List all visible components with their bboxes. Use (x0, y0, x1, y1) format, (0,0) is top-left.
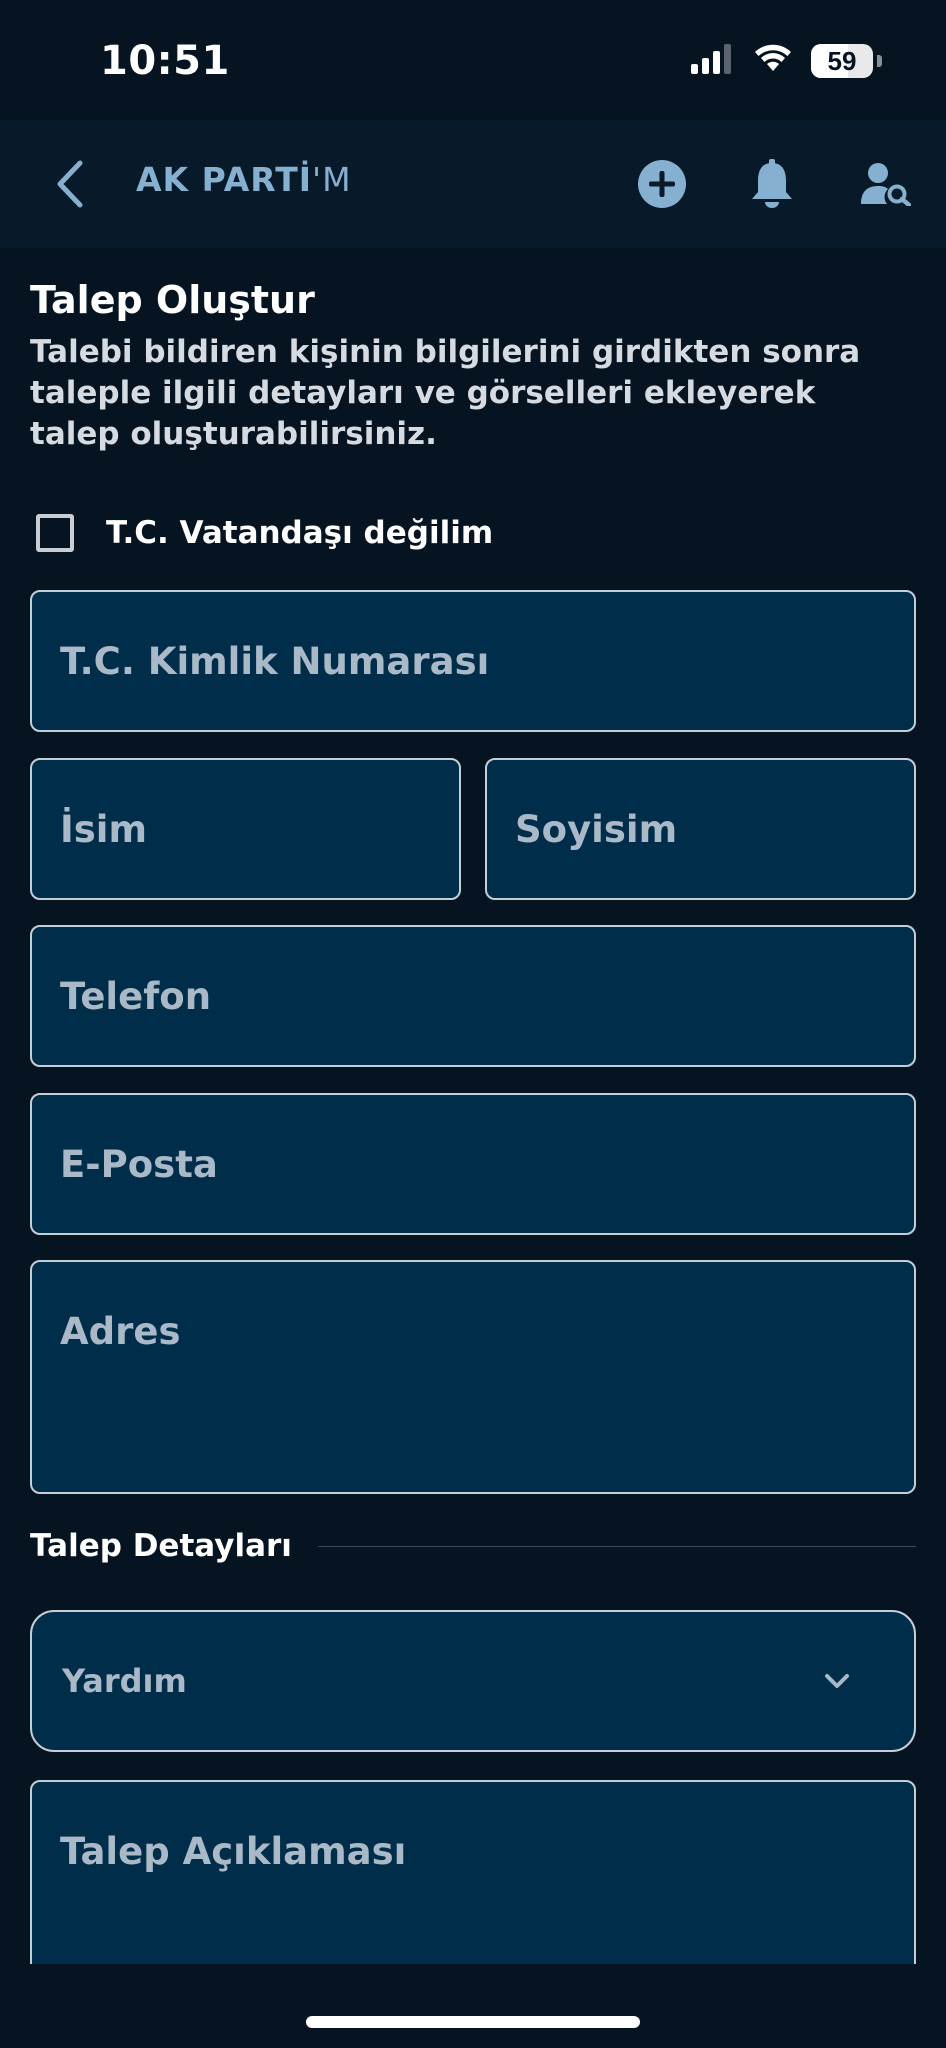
address-placeholder: Adres (60, 1310, 181, 1353)
last-name-placeholder: Soyisim (515, 808, 678, 851)
first-name-field[interactable]: İsim (30, 758, 461, 900)
app-title-main: AK PARTİ (136, 160, 313, 199)
signal-icon (691, 44, 735, 78)
home-indicator[interactable] (306, 2016, 640, 2028)
request-details-header: Talep Detayları (30, 1528, 916, 1564)
back-button[interactable] (46, 156, 92, 212)
page-title: Talep Oluştur (30, 278, 315, 322)
last-name-field[interactable]: Soyisim (485, 758, 916, 900)
request-details-title: Talep Detayları (30, 1528, 292, 1564)
page-description: Talebi bildiren kişinin bilgilerini gird… (30, 334, 861, 452)
not-citizen-label: T.C. Vatandaşı değilim (106, 515, 494, 551)
bottom-safe-area (0, 1964, 946, 2048)
phone-placeholder: Telefon (60, 975, 212, 1018)
email-placeholder: E-Posta (60, 1143, 218, 1186)
not-citizen-checkbox[interactable] (36, 514, 74, 552)
status-time: 10:51 (100, 38, 230, 84)
tc-number-field[interactable]: T.C. Kimlik Numarası (30, 590, 916, 732)
bell-icon (752, 159, 792, 208)
battery-level: 59 (827, 45, 857, 76)
chevron-left-icon (57, 160, 83, 208)
app-header: AK PARTİ'M (0, 120, 946, 248)
status-bar: 10:51 59 (0, 0, 946, 120)
section-divider (317, 1545, 916, 1547)
user-search-button[interactable] (856, 154, 916, 214)
user-search-icon (861, 163, 911, 206)
wifi-icon (753, 44, 793, 78)
phone-field[interactable]: Telefon (30, 925, 916, 1067)
battery-icon: 59 (811, 44, 873, 78)
address-field[interactable]: Adres (30, 1260, 916, 1494)
battery-tip (877, 55, 882, 67)
request-description-placeholder: Talep Açıklaması (60, 1830, 407, 1873)
app-title-suffix: 'M (312, 160, 352, 199)
not-citizen-row[interactable]: T.C. Vatandaşı değilim (36, 514, 493, 552)
add-request-button[interactable] (632, 154, 692, 214)
status-icons: 59 (691, 44, 882, 78)
notifications-button[interactable] (742, 154, 802, 214)
chevron-down-icon (825, 1674, 849, 1688)
request-type-select[interactable]: Yardım (30, 1610, 916, 1752)
email-field[interactable]: E-Posta (30, 1093, 916, 1235)
tc-number-placeholder: T.C. Kimlik Numarası (60, 640, 490, 683)
first-name-placeholder: İsim (60, 808, 148, 851)
add-circle-icon (638, 160, 686, 208)
app-title: AK PARTİ'M (136, 160, 352, 199)
request-type-value: Yardım (62, 1662, 187, 1700)
